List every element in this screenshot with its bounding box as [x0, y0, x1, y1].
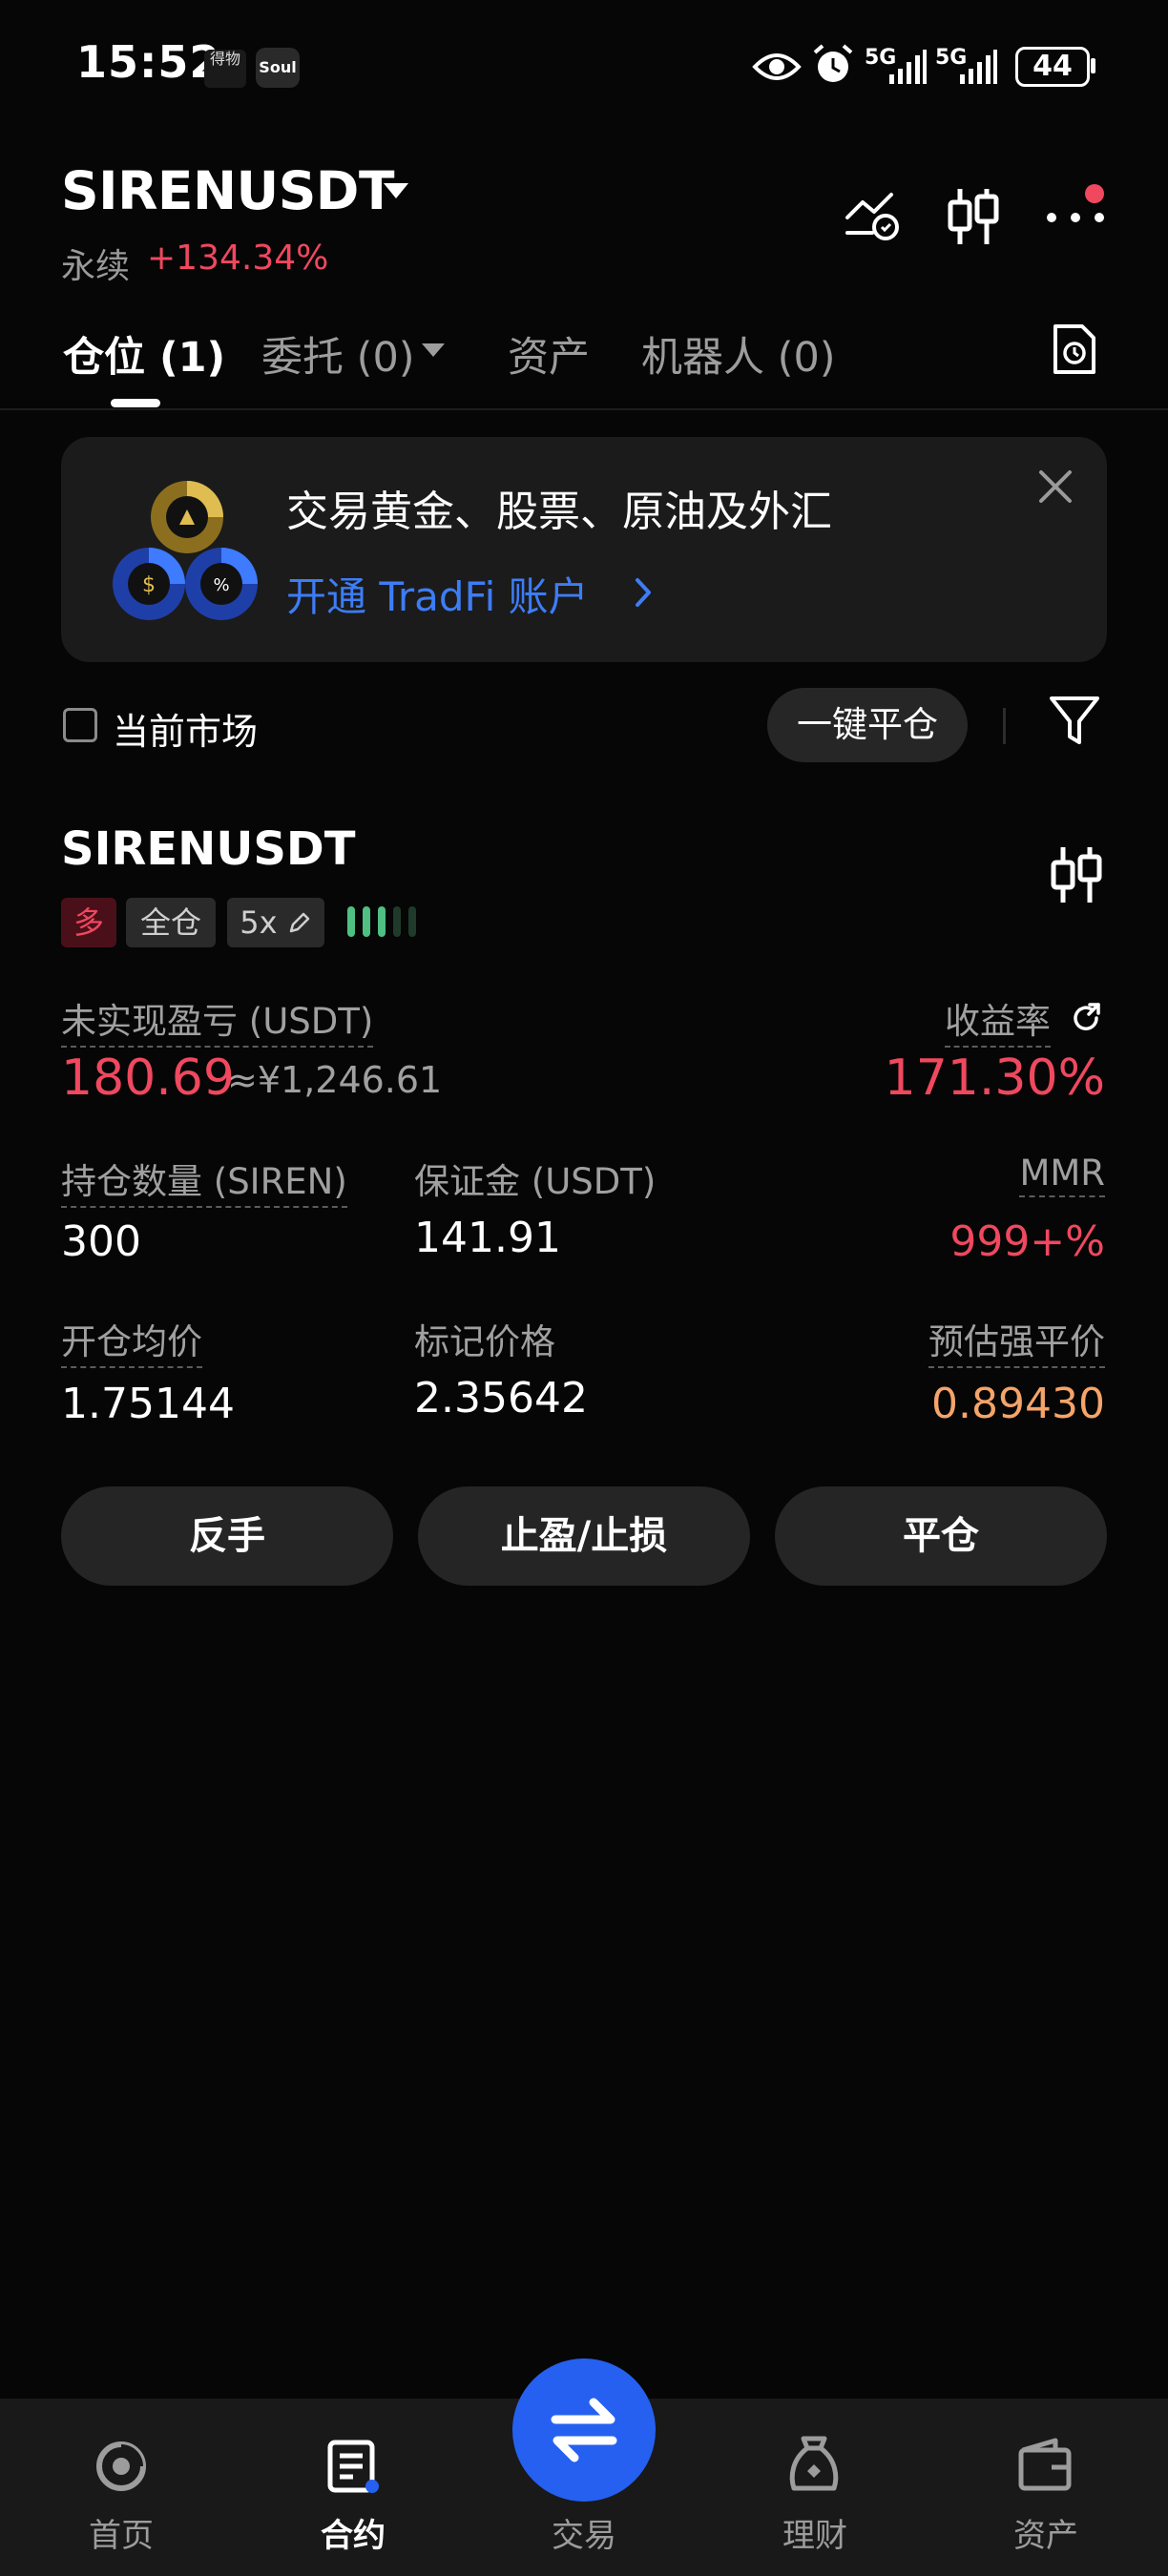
battery-icon [1091, 58, 1095, 73]
adl-indicator-bar [393, 906, 401, 937]
roe-label[interactable]: 收益率 [945, 992, 1051, 1048]
svg-text:$: $ [142, 573, 156, 597]
position-chart-icon[interactable] [1050, 845, 1103, 904]
mark-price-label: 标记价格 [414, 1321, 555, 1362]
signal-icon-2 [958, 48, 998, 86]
current-market-label[interactable]: 当前市场 [113, 702, 258, 755]
margin-mode-badge: 全仓 [126, 898, 216, 947]
tp-sl-button[interactable]: 止盈/止损 [418, 1486, 750, 1586]
price-change: +134.34% [147, 239, 329, 278]
position-size-value: 300 [61, 1217, 141, 1266]
adl-indicator-bar [363, 906, 370, 937]
margin-value: 141.91 [414, 1214, 561, 1262]
assets-wallet-icon[interactable] [1017, 2437, 1073, 2492]
adl-indicator-bar [347, 906, 355, 937]
price-alert-icon[interactable] [844, 189, 901, 242]
eye-icon [752, 46, 802, 88]
history-document-icon[interactable] [1052, 322, 1097, 376]
orders-dropdown-icon[interactable] [422, 343, 445, 359]
leverage-badge[interactable]: 5x [227, 898, 324, 947]
divider [1003, 708, 1006, 744]
share-refresh-icon[interactable] [1071, 1002, 1103, 1034]
nav-home[interactable]: 首页 [54, 2509, 188, 2556]
banner-title: 交易黄金、股票、原油及外汇 [286, 488, 832, 536]
reverse-button[interactable]: 反手 [61, 1486, 393, 1586]
swap-arrows-icon [548, 2395, 620, 2465]
home-icon[interactable] [94, 2439, 149, 2494]
battery-level: 44 [1015, 47, 1090, 87]
nav-assets[interactable]: 资产 [979, 2509, 1113, 2556]
active-tab-indicator [111, 399, 160, 407]
candlestick-chart-icon[interactable] [947, 185, 1000, 248]
adl-indicator-bar [378, 906, 386, 937]
tab-bots[interactable]: 机器人 (0) [641, 324, 836, 384]
roe-value: 171.30% [884, 1049, 1105, 1107]
banner-link[interactable]: 开通 TradFi 账户 [286, 565, 589, 623]
liq-price-value: 0.89430 [931, 1380, 1105, 1428]
unrealized-pnl-label[interactable]: 未实现盈亏 (USDT) [61, 992, 374, 1048]
symbol-dropdown-icon[interactable] [384, 183, 408, 200]
chevron-right-icon[interactable] [634, 576, 653, 609]
soul-app-icon: Soul [256, 48, 300, 88]
svg-text:%: % [213, 575, 229, 595]
alarm-icon [811, 43, 855, 87]
position-size-label[interactable]: 持仓数量 (SIREN) [61, 1153, 347, 1208]
symbol-title[interactable]: SIRENUSDT [61, 160, 394, 221]
notification-dot [1085, 184, 1104, 203]
more-options-icon[interactable] [1046, 212, 1105, 223]
contract-type: 永续 [61, 247, 131, 286]
filter-icon[interactable] [1048, 695, 1101, 748]
nav-trade[interactable]: 交易 [517, 2509, 651, 2556]
entry-price-value: 1.75144 [61, 1380, 235, 1428]
close-position-button[interactable]: 平仓 [775, 1486, 1107, 1586]
position-symbol[interactable]: SIRENUSDT [61, 822, 355, 876]
close-all-button[interactable]: 一键平仓 [767, 688, 968, 762]
earn-icon[interactable] [786, 2435, 842, 2494]
tab-positions[interactable]: 仓位 (1) [63, 324, 225, 384]
nav-futures[interactable]: 合约 [286, 2509, 420, 2556]
nav-earn[interactable]: 理财 [748, 2509, 882, 2556]
mark-price-value: 2.35642 [414, 1374, 588, 1423]
futures-icon[interactable] [326, 2439, 382, 2496]
adl-indicator-bar [408, 906, 416, 937]
liq-price-label[interactable]: 预估强平价 [928, 1313, 1105, 1368]
tab-orders[interactable]: 委托 (0) [261, 324, 415, 384]
status-time: 15:52 [76, 36, 221, 88]
app-notification-icon: 得物 [204, 50, 246, 88]
tab-assets[interactable]: 资产 [508, 324, 590, 384]
close-icon[interactable] [1038, 469, 1073, 504]
current-market-checkbox[interactable] [63, 708, 97, 742]
tradfi-coins-icon: $ % [111, 479, 263, 632]
margin-label: 保证金 (USDT) [414, 1161, 657, 1202]
tab-divider [0, 408, 1168, 410]
edit-icon [289, 912, 309, 933]
leverage-value: 5x [240, 904, 278, 941]
side-badge: 多 [61, 898, 116, 947]
mmr-value: 999+% [949, 1217, 1105, 1266]
mmr-label[interactable]: MMR [1019, 1153, 1105, 1197]
unrealized-pnl-value: 180.69 [61, 1049, 235, 1107]
entry-price-label[interactable]: 开仓均价 [61, 1313, 202, 1368]
unrealized-pnl-cny: ≈¥1,246.61 [227, 1059, 443, 1101]
signal-icon-1 [887, 48, 928, 86]
